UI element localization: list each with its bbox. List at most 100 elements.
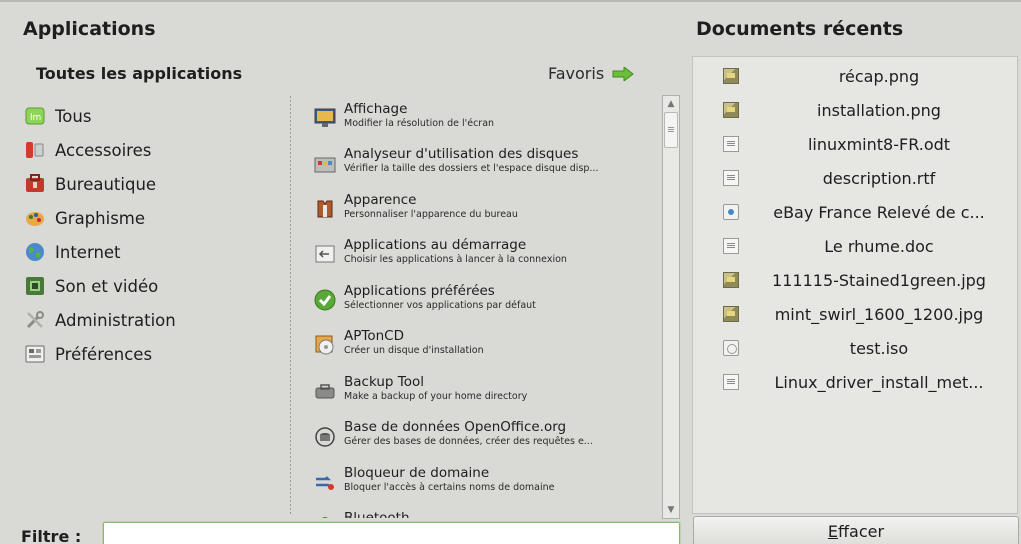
mint-logo-icon: lm <box>25 106 45 126</box>
app-description: Modifier la résolution de l'écran <box>344 118 495 129</box>
clear-button[interactable]: Effacer <box>693 516 1019 544</box>
favoris-label: Favoris <box>548 64 605 83</box>
document-name: test.iso <box>849 338 909 358</box>
disk-analyzer-icon <box>314 152 336 174</box>
category-administration[interactable]: Administration <box>25 303 285 337</box>
recent-documents-panel: Documents récents récap.png installation… <box>688 0 1021 544</box>
category-bureautique[interactable]: Bureautique <box>25 167 285 201</box>
text-file-icon <box>723 170 739 186</box>
applications-panel: Applications Toutes les applications Fav… <box>0 0 688 544</box>
app-name: Applications au démarrage <box>344 237 527 253</box>
app-name: Base de données OpenOffice.org <box>344 419 567 435</box>
category-label: Accessoires <box>55 140 152 160</box>
app-aptoncd[interactable]: APTonCD Créer un disque d'installation <box>314 328 660 372</box>
applications-title: Applications <box>23 18 156 40</box>
document-name: mint_swirl_1600_1200.jpg <box>774 304 984 324</box>
graphics-icon <box>25 208 45 228</box>
document-item[interactable]: mint_swirl_1600_1200.jpg <box>693 297 1017 331</box>
app-description: Bloquer l'accès à certains noms de domai… <box>344 482 555 493</box>
app-applications-preferees[interactable]: Applications préférées Sélectionner vos … <box>314 283 660 327</box>
recent-documents-list: récap.png installation.png linuxmint8-FR… <box>692 56 1018 514</box>
app-name: Analyseur d'utilisation des disques <box>344 146 579 162</box>
check-icon <box>314 289 336 311</box>
app-backup-tool[interactable]: Backup Tool Make a backup of your home d… <box>314 374 660 418</box>
scrollbar-thumb[interactable] <box>664 112 678 148</box>
document-name: description.rtf <box>822 168 936 188</box>
category-graphisme[interactable]: Graphisme <box>25 201 285 235</box>
appearance-icon <box>314 198 336 220</box>
text-file-icon <box>723 374 739 390</box>
globe-icon <box>25 242 45 262</box>
document-name: récap.png <box>838 66 920 86</box>
app-name: Backup Tool <box>344 374 424 390</box>
category-accessoires[interactable]: Accessoires <box>25 133 285 167</box>
category-list: lm Tous Accessoires Bureautique Graphism… <box>25 99 285 371</box>
app-description: Vérifier la taille des dossiers et l'esp… <box>344 163 599 174</box>
column-divider <box>290 96 291 516</box>
app-list-scrollbar[interactable]: ▲ ▼ <box>662 95 680 519</box>
category-label: Graphisme <box>55 208 146 228</box>
database-icon <box>314 425 336 447</box>
disc-image-icon <box>723 340 739 356</box>
document-item[interactable]: récap.png <box>693 59 1017 93</box>
app-name: Applications préférées <box>344 283 495 299</box>
document-name: eBay France Relevé de c... <box>773 202 985 222</box>
category-label: Tous <box>55 106 92 126</box>
filter-input[interactable] <box>102 521 681 544</box>
recent-documents-title: Documents récents <box>696 18 904 40</box>
startup-icon <box>314 243 336 265</box>
app-bluetooth[interactable]: Bluetooth <box>314 510 660 518</box>
clear-button-label: ffacer <box>838 522 885 541</box>
app-apparence[interactable]: Apparence Personnaliser l'apparence du b… <box>314 192 660 236</box>
app-description: Sélectionner vos applications par défaut <box>344 300 536 311</box>
app-name: APTonCD <box>344 328 404 344</box>
category-label: Administration <box>55 310 176 330</box>
category-label: Son et vidéo <box>55 276 159 296</box>
web-file-icon <box>723 204 739 220</box>
category-preferences[interactable]: Préférences <box>25 337 285 371</box>
svg-text:lm: lm <box>30 113 41 123</box>
document-name: installation.png <box>817 100 941 120</box>
image-file-icon <box>723 102 739 118</box>
multimedia-icon <box>25 276 45 296</box>
document-item[interactable]: linuxmint8-FR.odt <box>693 127 1017 161</box>
office-icon <box>25 174 45 194</box>
app-description: Gérer des bases de données, créer des re… <box>344 436 593 447</box>
document-name: linuxmint8-FR.odt <box>807 134 951 154</box>
app-name: Bluetooth <box>344 510 410 518</box>
category-son-et-video[interactable]: Son et vidéo <box>25 269 285 303</box>
app-name: Bloqueur de domaine <box>344 465 490 481</box>
app-affichage[interactable]: Affichage Modifier la résolution de l'éc… <box>314 101 660 145</box>
preferences-icon <box>25 344 45 364</box>
document-item[interactable]: 111115-Stained1green.jpg <box>693 263 1017 297</box>
document-name: Linux_driver_install_met... <box>774 372 984 392</box>
document-item[interactable]: eBay France Relevé de c... <box>693 195 1017 229</box>
app-base-de-donnees[interactable]: Base de données OpenOffice.org Gérer des… <box>314 419 660 463</box>
favoris-button[interactable]: Favoris <box>548 64 634 83</box>
filter-label: Filtre : <box>21 527 82 544</box>
tools-icon <box>25 310 45 330</box>
document-item[interactable]: test.iso <box>693 331 1017 365</box>
app-name: Affichage <box>344 101 408 117</box>
document-item[interactable]: description.rtf <box>693 161 1017 195</box>
cd-icon <box>314 334 336 356</box>
app-description: Créer un disque d'installation <box>344 345 484 356</box>
document-item[interactable]: installation.png <box>693 93 1017 127</box>
category-internet[interactable]: Internet <box>25 235 285 269</box>
app-analyseur-disques[interactable]: Analyseur d'utilisation des disques Véri… <box>314 146 660 190</box>
document-item[interactable]: Linux_driver_install_met... <box>693 365 1017 399</box>
category-tous[interactable]: lm Tous <box>25 99 285 133</box>
category-label: Bureautique <box>55 174 157 194</box>
app-applications-demarrage[interactable]: Applications au démarrage Choisir les ap… <box>314 237 660 281</box>
app-description: Personnaliser l'apparence du bureau <box>344 209 518 220</box>
app-bloqueur-domaine[interactable]: Bloqueur de domaine Bloquer l'accès à ce… <box>314 465 660 509</box>
category-label: Préférences <box>55 344 153 364</box>
scroll-up-icon[interactable]: ▲ <box>663 96 679 112</box>
all-applications-heading: Toutes les applications <box>36 64 243 83</box>
app-description: Choisir les applications à lancer à la c… <box>344 254 567 265</box>
document-item[interactable]: Le rhume.doc <box>693 229 1017 263</box>
scroll-down-icon[interactable]: ▼ <box>663 502 679 518</box>
image-file-icon <box>723 68 739 84</box>
bluetooth-icon <box>314 516 336 518</box>
accessories-icon <box>25 140 45 160</box>
